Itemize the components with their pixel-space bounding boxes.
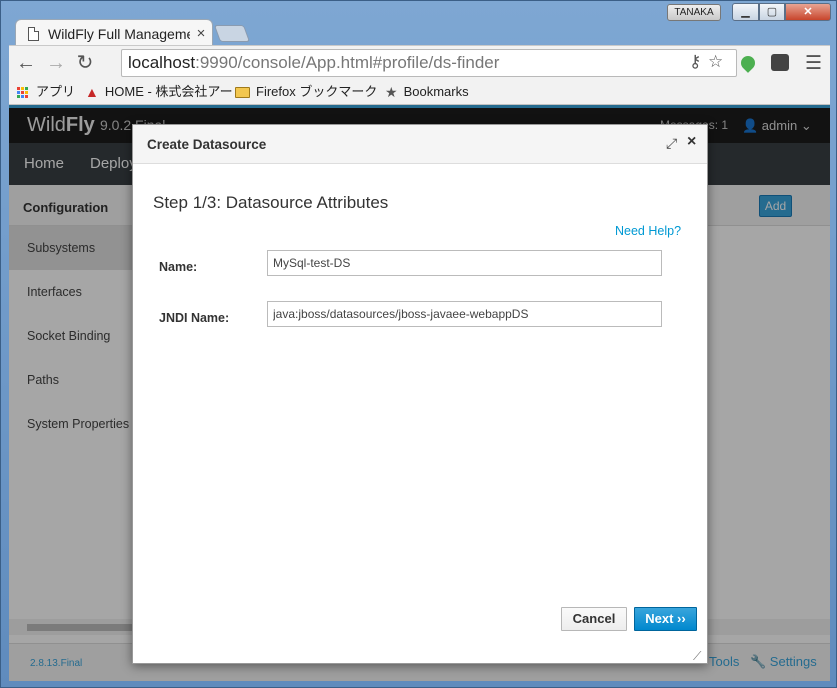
close-icon[interactable]: × bbox=[687, 133, 696, 151]
bookmark-firefox[interactable]: Firefox ブックマーク bbox=[235, 83, 377, 101]
maximize-button[interactable]: ▢ bbox=[759, 3, 785, 21]
resize-grip-icon[interactable]: ⟋ bbox=[693, 649, 701, 664]
bookmark-star-icon[interactable]: ☆ bbox=[708, 53, 723, 71]
key-icon[interactable]: ⚷ bbox=[689, 53, 701, 71]
evernote-extension-icon[interactable] bbox=[738, 53, 758, 73]
profile-badge[interactable]: TANAKA bbox=[667, 4, 721, 21]
back-icon[interactable]: ← bbox=[15, 52, 37, 74]
name-field[interactable] bbox=[267, 250, 662, 276]
expand-icon[interactable]: ⤢ bbox=[666, 135, 677, 152]
jndi-name-field[interactable] bbox=[267, 301, 662, 327]
tab-title: WildFly Full Manageme bbox=[48, 25, 190, 42]
title-bar: WildFly Full Manageme × TANAKA ▁ ▢ ✕ bbox=[1, 1, 837, 47]
tab-close-icon[interactable]: × bbox=[190, 25, 212, 42]
address-bar[interactable]: localhost:9990/console/App.html#profile/… bbox=[121, 49, 737, 77]
bookmark-bookmarks[interactable]: ★ Bookmarks bbox=[385, 83, 469, 101]
close-window-button[interactable]: ✕ bbox=[785, 3, 831, 21]
jndi-name-label: JNDI Name: bbox=[159, 311, 230, 325]
name-label: Name: bbox=[159, 260, 198, 274]
browser-tab[interactable]: WildFly Full Manageme × bbox=[15, 19, 213, 47]
url-path: :9990/console/App.html#profile/ds-finder bbox=[195, 53, 500, 72]
extension-icon[interactable] bbox=[771, 54, 789, 71]
reload-icon[interactable]: ↻ bbox=[74, 52, 96, 74]
page-icon bbox=[28, 26, 39, 41]
folder-icon bbox=[235, 86, 250, 98]
apps-grid-icon bbox=[17, 86, 28, 98]
star-icon: ★ bbox=[385, 84, 398, 100]
bookmark-apps[interactable]: アプリ bbox=[17, 83, 75, 101]
bookmark-bookmarks-label: Bookmarks bbox=[403, 84, 469, 99]
home-logo-icon: ▲ bbox=[85, 84, 99, 100]
bookmark-apps-label: アプリ bbox=[36, 84, 76, 99]
minimize-button[interactable]: ▁ bbox=[732, 3, 759, 21]
bookmark-home-label: HOME - 株式会社アー bbox=[104, 84, 233, 99]
new-tab-button[interactable] bbox=[213, 25, 251, 42]
step-title: Step 1/3: Datasource Attributes bbox=[153, 193, 389, 212]
bookmark-firefox-label: Firefox ブックマーク bbox=[256, 84, 378, 99]
bookmark-home[interactable]: ▲ HOME - 株式会社アー bbox=[85, 83, 233, 101]
need-help-link[interactable]: Need Help? bbox=[615, 224, 681, 238]
bookmarks-bar: アプリ ▲ HOME - 株式会社アー Firefox ブックマーク ★ Boo… bbox=[9, 79, 830, 105]
create-datasource-dialog: Create Datasource ⤢ × Step 1/3: Datasour… bbox=[132, 124, 708, 664]
dialog-header: Create Datasource ⤢ × bbox=[133, 125, 707, 164]
forward-icon[interactable]: → bbox=[45, 52, 67, 74]
cancel-button[interactable]: Cancel bbox=[561, 607, 627, 631]
menu-icon[interactable]: ☰ bbox=[805, 52, 822, 75]
browser-window: WildFly Full Manageme × TANAKA ▁ ▢ ✕ ← →… bbox=[0, 0, 837, 688]
dialog-title: Create Datasource bbox=[147, 137, 267, 152]
url-host: localhost bbox=[128, 53, 196, 72]
browser-toolbar: ← → ↻ localhost:9990/console/App.html#pr… bbox=[9, 45, 830, 79]
next-button[interactable]: Next ›› bbox=[634, 607, 697, 631]
